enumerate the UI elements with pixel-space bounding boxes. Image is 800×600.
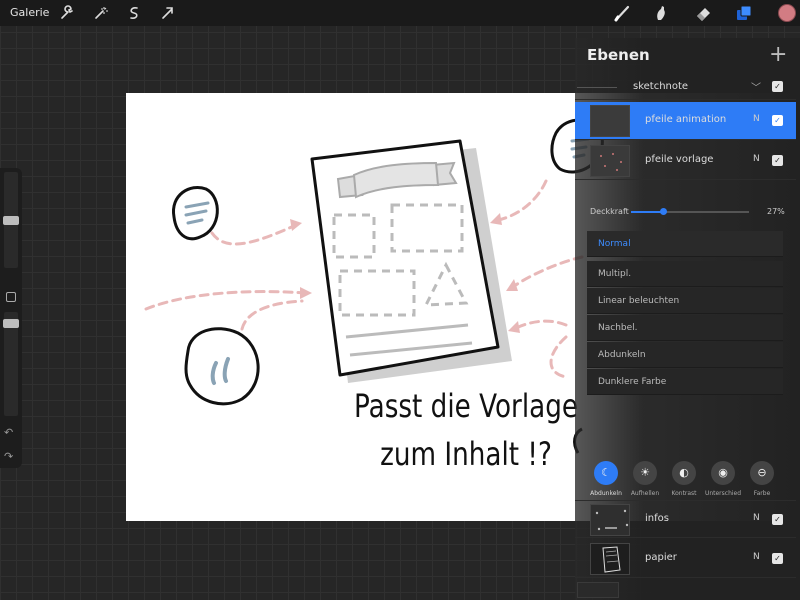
left-sidebar: ↶ ↷: [0, 168, 22, 468]
undo-icon[interactable]: ↶: [4, 426, 13, 439]
magic-wand-icon[interactable]: [92, 4, 110, 22]
layer-name: papier: [645, 552, 677, 563]
group-line: [577, 87, 617, 88]
mode-darken-button[interactable]: ☾ Abdunkeln: [586, 461, 626, 497]
mode-lighten-button[interactable]: ☀ Aufhellen: [625, 461, 665, 497]
arrow-head-5: [508, 321, 520, 333]
moon-icon: ☾: [594, 461, 618, 485]
arrow-4: [492, 179, 548, 223]
mode-color-button[interactable]: ⊖ Farbe: [742, 461, 782, 497]
arrow-head-3: [490, 213, 502, 225]
quote-bubble-icon: [184, 327, 260, 406]
opacity-slider[interactable]: [631, 208, 749, 215]
contrast-icon: ◐: [672, 461, 696, 485]
brush-opacity-thumb[interactable]: [3, 319, 19, 328]
layer-name: infos: [645, 513, 669, 524]
sketch-title-line-1: Passt die Vorlage: [353, 387, 579, 425]
opacity-slider-thumb[interactable]: [659, 208, 667, 215]
mode-difference-button[interactable]: ◉ Unterschied: [703, 461, 743, 497]
eraser-icon[interactable]: [694, 4, 712, 22]
blend-mode-linear-light[interactable]: Linear beleuchten: [587, 288, 783, 314]
layer-name: pfeile vorlage: [645, 154, 714, 165]
layer-row[interactable]: infos N ✓: [575, 500, 796, 538]
sun-icon: ☀: [633, 461, 657, 485]
layer-visibility-checkbox[interactable]: ✓: [772, 514, 783, 525]
layer-row[interactable]: pfeile vorlage N ✓: [575, 142, 796, 180]
sketch-title-line-2: zum Inhalt !?: [380, 435, 552, 473]
blend-mode-color-burn[interactable]: Nachbel.: [587, 315, 783, 341]
opacity-value: 27%: [767, 207, 785, 216]
layer-thumbnail: [590, 504, 630, 536]
difference-icon: ◉: [711, 461, 735, 485]
blend-mode-normal[interactable]: Normal: [587, 231, 783, 257]
layer-group-sketchnote[interactable]: sketchnote ﹀ ✓: [575, 74, 796, 100]
mode-label: Abdunkeln: [590, 490, 622, 497]
arrow-7: [549, 335, 568, 379]
brush-size-slider[interactable]: [3, 172, 19, 268]
selection-icon[interactable]: [125, 4, 143, 22]
mode-label: Unterschied: [704, 490, 742, 497]
add-layer-icon[interactable]: +: [769, 42, 787, 67]
mode-label: Farbe: [753, 490, 771, 497]
layer-row-selected[interactable]: pfeile animation N ✓: [575, 102, 796, 140]
layer-name: pfeile animation: [645, 114, 727, 125]
layer-visibility-checkbox[interactable]: ✓: [772, 155, 783, 166]
blend-mode-darker-color[interactable]: Dunklere Farbe: [587, 369, 783, 395]
arrow-1: [210, 223, 298, 246]
smudge-icon[interactable]: [652, 4, 670, 22]
layer-name: sketchnote: [633, 81, 689, 92]
color-icon: ⊖: [750, 461, 774, 485]
layer-thumbnail-partial[interactable]: [577, 582, 619, 598]
layer-thumbnail: [590, 105, 630, 137]
arrow-head-2: [300, 287, 312, 299]
top-toolbar: Galerie: [0, 0, 800, 26]
gallery-button[interactable]: Galerie: [10, 6, 49, 19]
layer-visibility-checkbox[interactable]: ✓: [772, 553, 783, 564]
arrow-5: [508, 255, 584, 291]
brush-size-thumb[interactable]: [3, 216, 19, 225]
brush-opacity-slider[interactable]: [3, 312, 19, 416]
opacity-slider-fill: [631, 211, 663, 213]
mode-contrast-button[interactable]: ◐ Kontrast: [664, 461, 704, 497]
blend-mode-darken[interactable]: Abdunkeln: [587, 342, 783, 368]
arrow-head-1: [290, 219, 302, 231]
arrow-2: [144, 290, 308, 311]
transform-arrow-icon[interactable]: [159, 4, 177, 22]
sketch-title: Passt die Vorlage zum Inhalt !?: [331, 382, 602, 478]
chevron-down-icon[interactable]: ﹀: [751, 79, 761, 94]
layer-row[interactable]: papier N ✓: [575, 540, 796, 578]
modify-button[interactable]: [6, 292, 16, 302]
layer-blend-mode[interactable]: N: [753, 114, 760, 124]
mode-label: Aufhellen: [630, 490, 660, 497]
opacity-label: Deckkraft: [590, 207, 629, 216]
redo-icon[interactable]: ↷: [4, 450, 13, 463]
arrow-6: [512, 319, 568, 331]
layer-visibility-checkbox[interactable]: ✓: [772, 81, 783, 92]
blend-mode-multiply[interactable]: Multipl.: [587, 261, 783, 287]
wrench-icon[interactable]: [58, 4, 76, 22]
layer-thumbnail: [590, 543, 630, 575]
arrow-3: [240, 299, 304, 331]
layer-blend-mode[interactable]: N: [753, 552, 760, 562]
color-swatch[interactable]: [778, 4, 796, 22]
layers-panel: Ebenen + sketchnote ﹀ ✓ pfeile animation…: [575, 38, 800, 600]
layers-panel-title: Ebenen: [587, 46, 650, 64]
layer-blend-mode[interactable]: N: [753, 513, 760, 523]
layer-blend-mode[interactable]: N: [753, 154, 760, 164]
mode-label: Kontrast: [671, 490, 697, 497]
layer-thumbnail: [590, 145, 630, 177]
layers-icon[interactable]: [735, 4, 753, 22]
brush-icon[interactable]: [613, 4, 631, 22]
layer-visibility-checkbox[interactable]: ✓: [772, 115, 783, 126]
